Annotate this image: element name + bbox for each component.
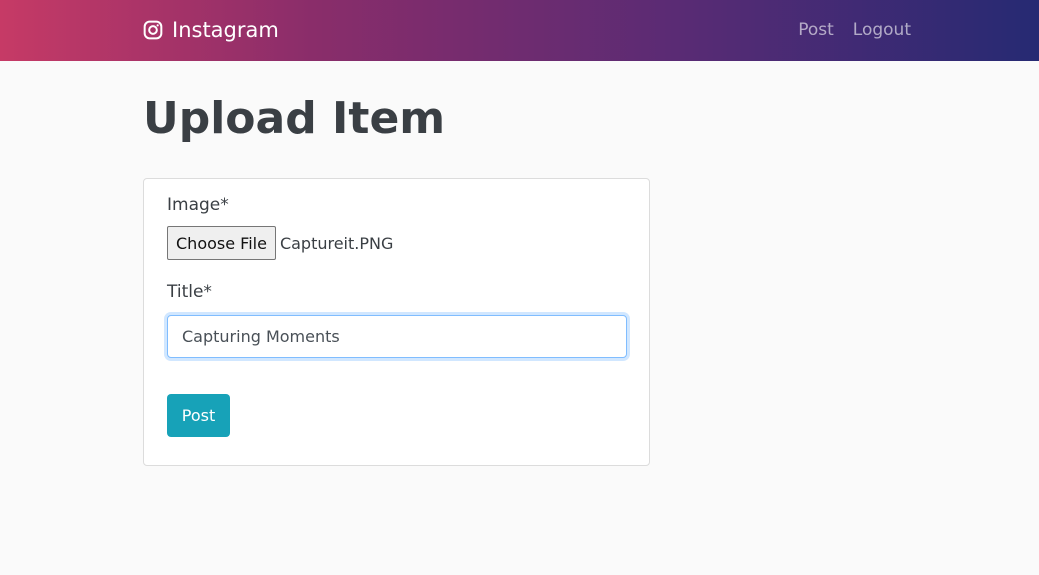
brand-link[interactable]: Instagram [143, 16, 279, 44]
choose-file-button[interactable]: Choose File [167, 226, 276, 260]
navbar: Instagram Post Logout [0, 0, 1039, 61]
selected-file-name: Captureit.PNG [279, 233, 394, 253]
title-label: Title* [167, 282, 212, 302]
nav-post-link[interactable]: Post [798, 18, 834, 42]
instagram-icon [143, 20, 163, 40]
brand-label: Instagram [172, 18, 279, 42]
file-input: Choose File Captureit.PNG [167, 226, 393, 260]
title-input[interactable] [167, 315, 627, 358]
nav-logout-link[interactable]: Logout [853, 18, 911, 42]
image-label: Image* [167, 195, 229, 215]
upload-form: Image* Choose File Captureit.PNG Title* … [143, 178, 650, 466]
post-button[interactable]: Post [167, 394, 230, 437]
page-title: Upload Item [143, 93, 446, 144]
nav-links: Post Logout [798, 18, 911, 42]
